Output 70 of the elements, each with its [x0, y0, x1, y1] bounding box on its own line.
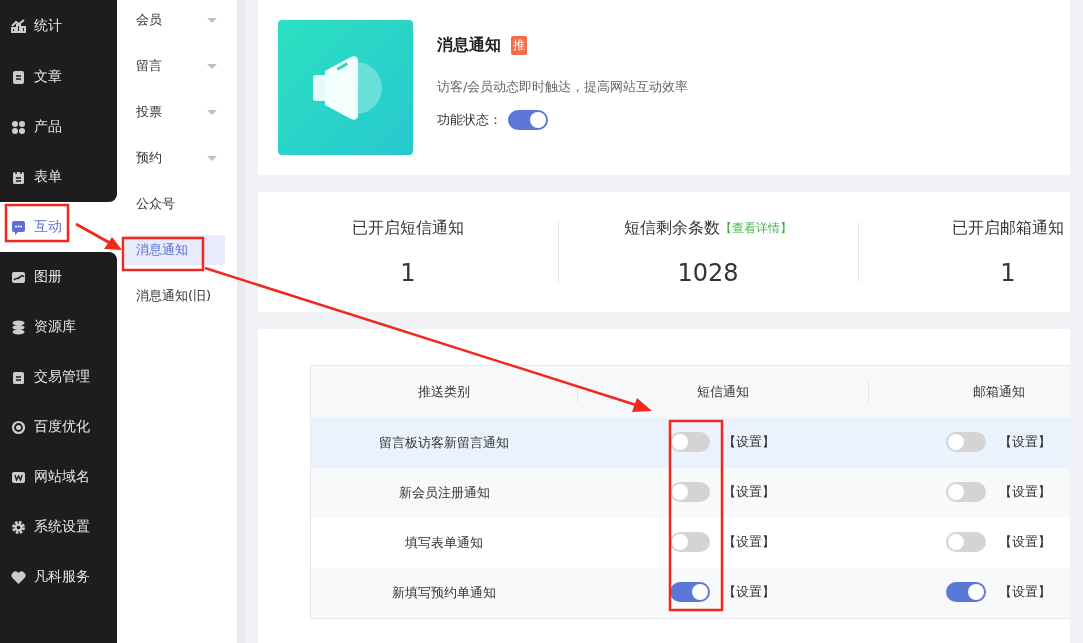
sidebar-item[interactable]: 网站域名	[0, 452, 117, 502]
table-cell: 填写表单通知	[310, 518, 578, 568]
menu-icon	[11, 469, 26, 485]
table-cell: 新填写预约单通知	[310, 568, 578, 619]
stat-value: 1	[400, 258, 416, 287]
menu-icon	[11, 119, 26, 135]
menu-icon	[11, 369, 26, 385]
toggle-switch[interactable]	[670, 531, 711, 552]
settings-link[interactable]: 【设置】	[999, 582, 1052, 601]
stat-label: 已开启邮箱通知	[952, 217, 1064, 239]
highlight-frame	[4, 203, 70, 243]
submenu-item[interactable]: 留言	[125, 51, 225, 81]
toggle-switch[interactable]	[670, 431, 711, 452]
toggle-switch[interactable]	[508, 110, 548, 130]
settings-link[interactable]: 【设置】	[999, 532, 1052, 551]
menu-icon	[11, 169, 26, 185]
toggle-switch[interactable]	[946, 531, 987, 552]
sidebar-item[interactable]: 文章	[0, 52, 117, 102]
toggle-switch[interactable]	[946, 581, 987, 602]
settings-link[interactable]: 【设置】	[723, 482, 776, 501]
submenu-item[interactable]: 消息通知(旧)	[125, 281, 225, 311]
caret-icon	[207, 109, 217, 115]
sidebar-item[interactable]: 统计	[0, 0, 117, 52]
stat-value: 1	[1000, 258, 1016, 287]
sidebar-item[interactable]: 产品	[0, 102, 117, 152]
toggle-switch[interactable]	[670, 581, 711, 602]
column-header: 短信通知	[577, 365, 868, 418]
feature-description: 访客/会员动态即时触达，提高网站互动效率	[437, 78, 689, 96]
settings-link[interactable]: 【设置】	[723, 532, 776, 551]
column-header: 推送类别	[310, 365, 578, 418]
sidebar-item[interactable]: 表单	[0, 152, 117, 202]
sidebar-item[interactable]: 凡科服务	[0, 552, 117, 602]
submenu-item[interactable]: 公众号	[125, 189, 225, 219]
toggle-switch[interactable]	[670, 481, 711, 502]
stat-value: 1028	[677, 258, 739, 287]
submenu-item[interactable]: 预约	[125, 143, 225, 173]
submenu-item[interactable]: 会员	[125, 5, 225, 35]
stat-label: 已开启短信通知	[352, 217, 464, 239]
settings-link[interactable]: 【设置】	[999, 432, 1052, 451]
submenu-item[interactable]: 消息通知	[125, 235, 225, 265]
caret-icon	[207, 17, 217, 23]
menu-icon	[11, 18, 26, 34]
recommended-badge: 推	[511, 36, 527, 55]
toggle-switch[interactable]	[946, 481, 987, 502]
sidebar-item[interactable]: 资源库	[0, 302, 117, 352]
settings-link[interactable]: 【设置】	[723, 582, 776, 601]
menu-icon	[11, 519, 26, 535]
table-cell: 留言板访客新留言通知	[310, 418, 578, 468]
menu-icon	[11, 219, 26, 235]
status-label: 功能状态：	[437, 111, 502, 129]
menu-icon	[11, 69, 26, 85]
menu-icon	[11, 419, 26, 435]
annotation-arrow	[75, 222, 122, 250]
column-header: 邮箱通知	[867, 365, 1070, 418]
menu-icon	[11, 269, 26, 285]
menu-icon	[11, 569, 26, 585]
settings-link[interactable]: 【设置】	[999, 482, 1052, 501]
settings-link[interactable]: 【设置】	[723, 432, 776, 451]
sidebar-item[interactable]: 百度优化	[0, 402, 117, 452]
menu-icon	[11, 319, 26, 335]
stat-label: 短信剩余条数	[624, 217, 720, 239]
feature-title: 消息通知	[437, 35, 501, 56]
table-cell: 新会员注册通知	[310, 468, 578, 518]
submenu-item[interactable]: 投票	[125, 97, 225, 127]
sidebar-item[interactable]: 系统设置	[0, 502, 117, 552]
caret-icon	[207, 63, 217, 69]
toggle-switch[interactable]	[946, 431, 987, 452]
sidebar-item[interactable]: 交易管理	[0, 352, 117, 402]
caret-icon	[207, 155, 217, 161]
sidebar-item[interactable]: 图册	[0, 252, 117, 302]
